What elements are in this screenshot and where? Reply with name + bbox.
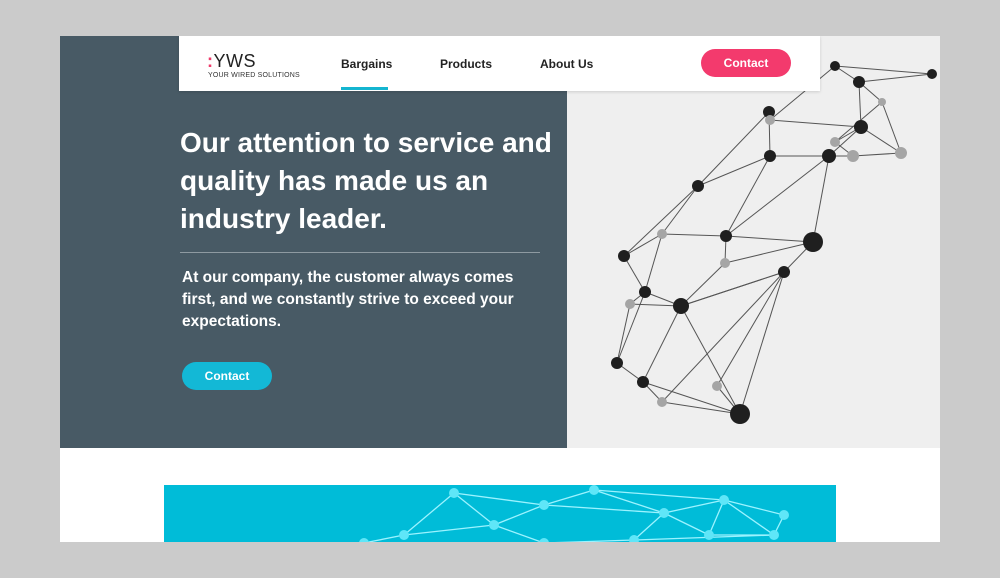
cyan-network-graphic — [359, 485, 789, 542]
banner-edge — [633, 512, 665, 541]
network-edge — [716, 271, 785, 387]
network-node — [853, 76, 865, 88]
network-node — [637, 376, 649, 388]
banner-node — [659, 508, 669, 518]
network-edge — [697, 155, 771, 187]
banner-node — [779, 510, 789, 520]
network-edge — [642, 305, 682, 383]
network-node — [927, 69, 937, 79]
network-node — [830, 137, 840, 147]
banner-node — [359, 538, 369, 542]
network-node — [847, 150, 859, 162]
network-edge — [852, 152, 902, 157]
network-node — [625, 299, 635, 309]
top-navigation: :YWS YOUR WIRED SOLUTIONS Bargains Produ… — [179, 36, 820, 91]
banner-node — [399, 530, 409, 540]
banner-edge — [493, 524, 544, 542]
network-edge — [697, 111, 770, 187]
banner-edge — [708, 499, 725, 536]
banner-edge — [403, 524, 495, 536]
network-edge — [680, 262, 726, 307]
network-node — [692, 180, 704, 192]
network-node — [639, 286, 651, 298]
network-node — [712, 381, 722, 391]
network-node — [822, 149, 836, 163]
network-edge — [858, 73, 933, 83]
network-node — [673, 298, 689, 314]
network-edge — [616, 303, 631, 364]
network-node — [720, 258, 730, 268]
hero-panel — [60, 36, 567, 448]
hero-divider — [180, 252, 540, 253]
network-edge — [661, 401, 741, 415]
logo-tagline: YOUR WIRED SOLUTIONS — [208, 72, 300, 79]
network-edge — [860, 126, 902, 154]
page: :YWS YOUR WIRED SOLUTIONS Bargains Produ… — [60, 36, 940, 542]
banner-node — [489, 520, 499, 530]
network-node — [764, 150, 776, 162]
banner-node — [589, 485, 599, 495]
network-node — [611, 357, 623, 369]
network-node — [878, 98, 886, 106]
network-node — [778, 266, 790, 278]
network-node — [720, 230, 732, 242]
banner-node — [539, 538, 549, 542]
network-edge — [769, 119, 862, 128]
network-edge — [881, 101, 902, 154]
network-node — [854, 120, 868, 134]
network-edge — [661, 185, 699, 235]
network-node — [765, 115, 775, 125]
banner-edge — [554, 539, 635, 542]
banner-edge — [663, 499, 725, 514]
banner-edge — [403, 492, 455, 536]
hero-subtext: At our company, the customer always come… — [182, 269, 514, 330]
nav-link-bargains[interactable]: Bargains — [341, 57, 392, 71]
active-nav-indicator — [341, 87, 388, 90]
nav-link-products[interactable]: Products — [440, 57, 492, 71]
network-node — [803, 232, 823, 252]
network-edge — [725, 235, 814, 243]
hero-network-image — [567, 36, 940, 448]
hero-contact-button[interactable]: Contact — [182, 362, 272, 390]
banner-edge — [543, 489, 595, 506]
network-edge — [812, 155, 830, 243]
network-edge — [623, 255, 646, 293]
nav-contact-button[interactable]: Contact — [701, 49, 791, 77]
hero-headline: Our attention to service and quality has… — [180, 127, 552, 234]
cyan-network-banner — [164, 485, 836, 542]
banner-node — [769, 530, 779, 540]
network-edge — [661, 233, 727, 237]
network-edge — [834, 65, 933, 75]
network-node — [657, 397, 667, 407]
network-edge — [739, 271, 785, 415]
network-edge — [724, 241, 814, 264]
banner-edge — [493, 504, 545, 526]
network-node — [895, 147, 907, 159]
banner-node — [449, 488, 459, 498]
network-node — [618, 250, 630, 262]
banner-edge — [663, 512, 710, 536]
banner-edge — [723, 499, 775, 536]
logo[interactable]: :YWS — [207, 51, 256, 72]
network-edge — [623, 185, 699, 257]
banner-edge — [543, 504, 665, 514]
network-node — [657, 229, 667, 239]
banner-node — [539, 500, 549, 510]
banner-edge — [723, 499, 785, 516]
logo-mark: YWS — [213, 51, 257, 71]
network-node — [730, 404, 750, 424]
banner-edge — [365, 534, 405, 542]
banner-node — [719, 495, 729, 505]
banner-node — [704, 530, 714, 540]
network-edge — [725, 155, 771, 237]
banner-edge — [633, 534, 775, 541]
network-sphere-graphic — [611, 61, 937, 424]
banner-edge — [593, 489, 725, 501]
nav-link-about-us[interactable]: About Us — [540, 57, 593, 71]
network-node — [830, 61, 840, 71]
